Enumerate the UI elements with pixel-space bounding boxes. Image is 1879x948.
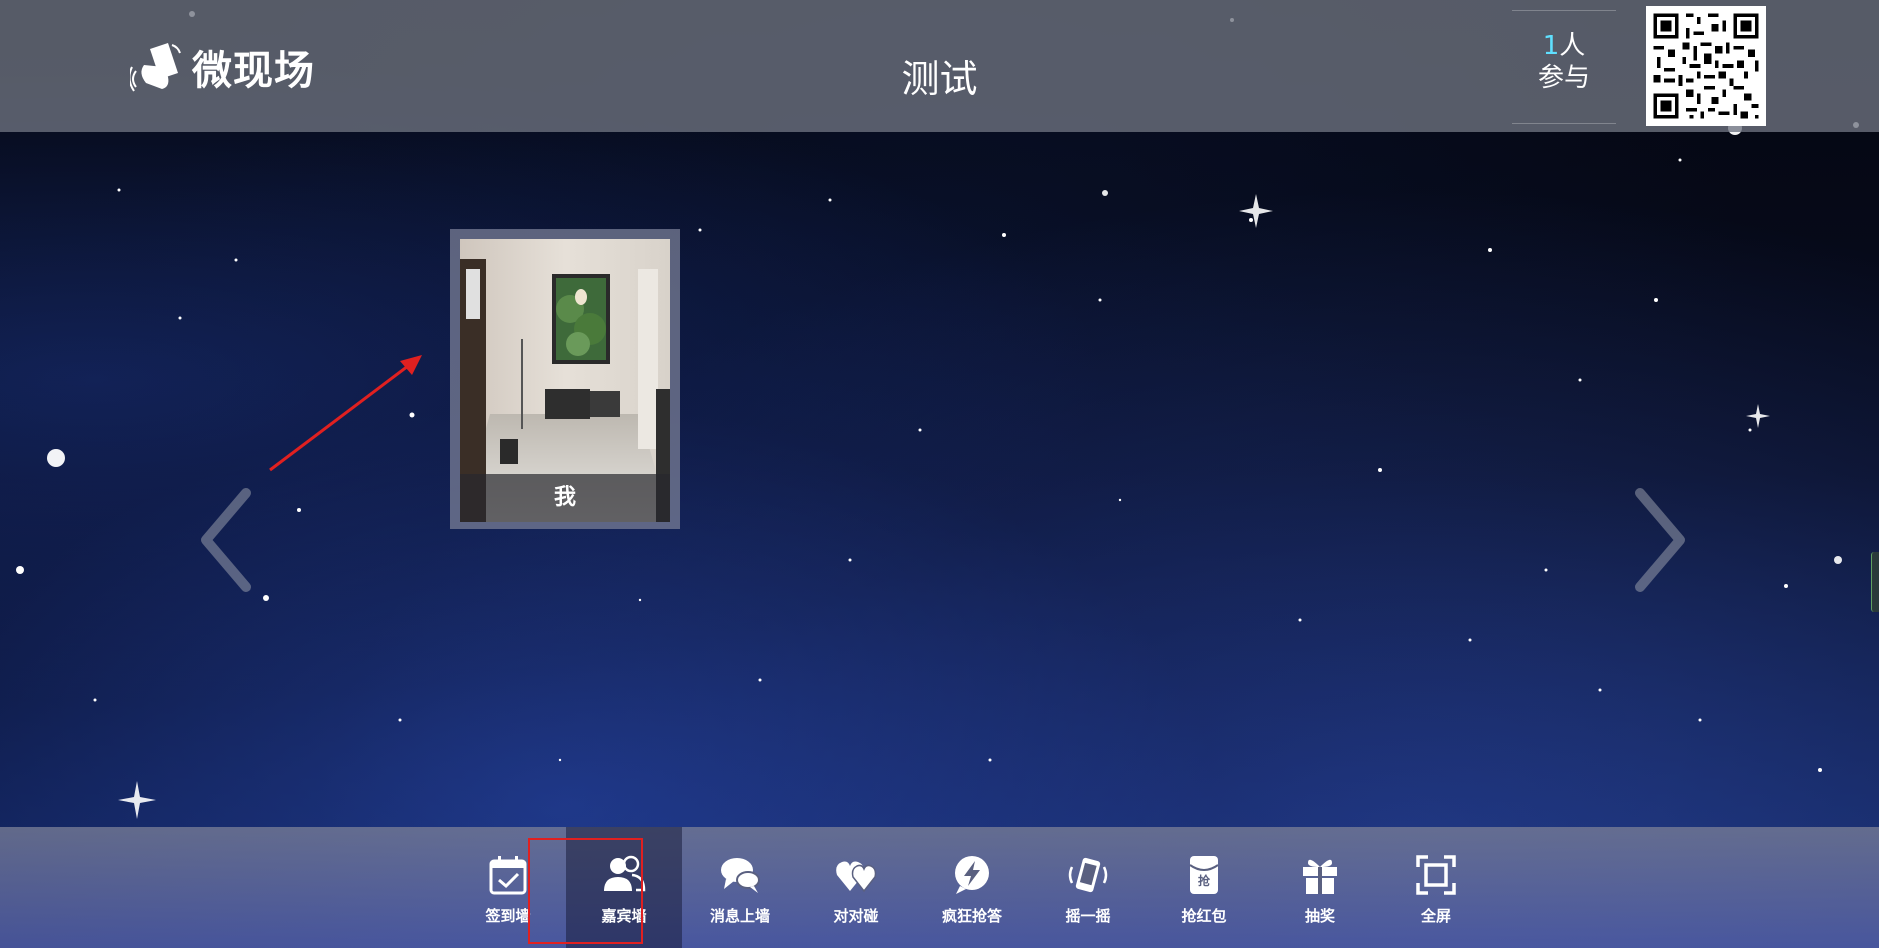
tool-label: 摇一摇 [1065,907,1111,925]
highlight-box [528,838,643,944]
tool-shake[interactable]: 摇一摇 [1030,827,1146,948]
tool-lottery[interactable]: 抽奖 [1262,827,1378,948]
side-panel-tab[interactable] [1871,552,1879,612]
next-arrow-icon[interactable] [1630,485,1690,595]
tool-label: 全屏 [1420,907,1451,925]
guest-card[interactable]: 我 [450,229,680,529]
shake-phone-icon [1068,857,1108,893]
participant-unit: 人 [1559,31,1586,61]
tool-label: 抢红包 [1181,907,1227,925]
tool-fullscreen[interactable]: 全屏 [1378,827,1494,948]
bottom-toolbar: 签到墙 嘉宾墙 消息上墙 对对碰 疯狂抢答 摇一摇 抢 抢红包 抽奖 全屏 [0,827,1879,948]
guest-name: 我 [460,474,670,522]
previous-arrow-icon[interactable] [196,485,256,595]
tool-message-wall[interactable]: 消息上墙 [682,827,798,948]
calendar-check-icon [489,856,527,895]
tool-pair-match[interactable]: 对对碰 [798,827,914,948]
tool-label: 抽奖 [1304,907,1335,925]
fullscreen-icon [1416,855,1456,895]
participant-count: 1 [1542,31,1560,61]
gift-icon [1303,859,1337,894]
participant-label: 参与 [1537,63,1590,93]
tool-red-envelope[interactable]: 抢 抢红包 [1146,827,1262,948]
tool-label: 对对碰 [833,907,879,925]
tool-quiz[interactable]: 疯狂抢答 [914,827,1030,948]
tool-label: 疯狂抢答 [941,907,1002,925]
top-header: 微现场 测试 1人 参与 [0,0,1879,132]
participant-counter: 1人 参与 [1512,10,1616,124]
red-envelope-icon-text: 抢 [1198,873,1211,888]
lightning-bubble-icon [955,856,989,894]
hearts-icon [836,861,877,893]
red-envelope-icon: 抢 [1189,856,1219,894]
qr-code-icon [1646,6,1766,126]
annotation-arrow [269,355,422,472]
guest-photo: 我 [460,239,670,522]
tool-label: 签到墙 [485,907,531,925]
tool-label: 消息上墙 [709,907,770,925]
qr-code [1646,6,1766,126]
chat-bubbles-icon [721,858,760,893]
